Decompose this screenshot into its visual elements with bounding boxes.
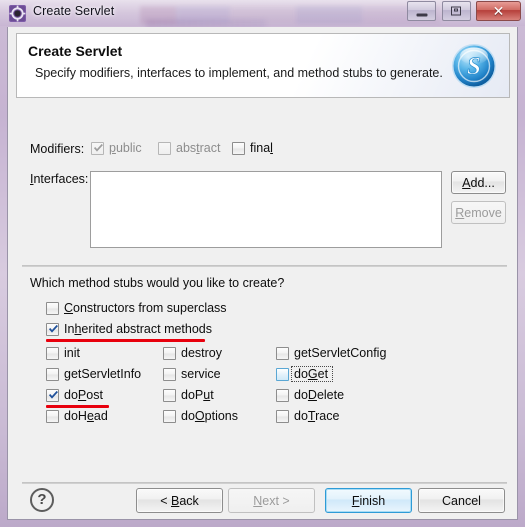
window-title: Create Servlet: [33, 4, 115, 18]
wizard-banner: Create Servlet Specify modifiers, interf…: [16, 33, 510, 98]
checkbox-label: doPost: [64, 388, 103, 402]
checkbox-label: doOptions: [181, 409, 238, 423]
checkbox-box[interactable]: [163, 410, 176, 423]
check-icon: [49, 325, 58, 333]
svg-text:S: S: [467, 53, 481, 80]
checkbox-box: [158, 142, 171, 155]
checkbox-label: Constructors from superclass: [64, 301, 227, 315]
checkbox-box[interactable]: [276, 368, 289, 381]
checkbox-box[interactable]: [46, 389, 59, 402]
checkbox-label: destroy: [181, 346, 222, 360]
checkbox-label: doGet: [294, 367, 329, 381]
checkbox-label: abstract: [176, 141, 221, 155]
page-title: Create Servlet: [28, 43, 123, 59]
checkbox-box[interactable]: [276, 410, 289, 423]
dialog-body: Modifiers: public abstract final Interfa…: [8, 105, 517, 483]
add-button-label: Add...: [462, 175, 495, 190]
interfaces-list[interactable]: [90, 171, 442, 248]
checkbox-box[interactable]: [46, 347, 59, 360]
checkbox-label: final: [250, 141, 273, 155]
cancel-button-label: Cancel: [442, 493, 481, 508]
checkbox-box[interactable]: [46, 410, 59, 423]
checkbox-label: service: [181, 367, 221, 381]
checkbox-label: Inherited abstract methods: [64, 322, 213, 336]
back-button-label: < Back: [160, 493, 199, 508]
method-stubs-question: Which method stubs would you like to cre…: [30, 276, 285, 290]
dialog-window: Create Servlet ✕ Create Servlet Specify …: [0, 0, 525, 527]
check-icon: [49, 391, 58, 399]
remove-button-label: Remove: [455, 205, 502, 220]
button-bar: ? < Back Next > Finish Cancel: [8, 483, 517, 519]
checkbox-box[interactable]: [46, 302, 59, 315]
checkbox-label: init: [64, 346, 80, 360]
finish-button[interactable]: Finish: [325, 488, 412, 513]
minimize-icon: [416, 13, 428, 17]
modifiers-label: Modifiers:: [30, 142, 85, 156]
checkbox-label: doDelete: [294, 388, 345, 402]
checkbox-box[interactable]: [163, 368, 176, 381]
next-button: Next >: [228, 488, 315, 513]
checkbox-box[interactable]: [232, 142, 245, 155]
interfaces-label: Interfaces:: [30, 172, 89, 186]
back-button[interactable]: < Back: [136, 488, 223, 513]
close-icon: ✕: [492, 3, 505, 19]
checkbox-label: getServletConfig: [294, 346, 387, 360]
checkbox-box: [91, 142, 104, 155]
checkbox-label: getServletInfo: [64, 367, 142, 381]
add-interface-button[interactable]: Add...: [451, 171, 506, 194]
maximize-icon: [451, 6, 462, 16]
blue-s-sphere-icon: S: [450, 42, 498, 90]
check-icon: [94, 144, 103, 152]
minimize-button[interactable]: [407, 1, 437, 21]
section-divider: [22, 265, 507, 267]
servlet-gear-icon: [9, 5, 26, 22]
checkbox-label: doTrace: [294, 409, 340, 423]
close-button[interactable]: ✕: [476, 1, 521, 21]
checkbox-box[interactable]: [276, 347, 289, 360]
checkbox-box[interactable]: [46, 323, 59, 336]
checkbox-box[interactable]: [163, 347, 176, 360]
title-bar[interactable]: Create Servlet ✕: [0, 0, 525, 27]
remove-interface-button: Remove: [451, 201, 506, 224]
dialog-client-area: Create Servlet Specify modifiers, interf…: [7, 27, 518, 520]
checkbox-box[interactable]: [276, 389, 289, 402]
page-subtitle: Specify modifiers, interfaces to impleme…: [35, 66, 443, 80]
maximize-button[interactable]: [441, 1, 471, 21]
checkbox-label: doHead: [64, 409, 108, 423]
finish-button-label: Finish: [351, 493, 386, 508]
help-icon[interactable]: ?: [30, 488, 54, 512]
next-button-label: Next >: [253, 493, 290, 508]
cancel-button[interactable]: Cancel: [418, 488, 505, 513]
window-controls: ✕: [406, 1, 521, 22]
checkbox-box[interactable]: [46, 368, 59, 381]
annotation-underline-dopost: [46, 405, 109, 408]
checkbox-label: public: [109, 141, 142, 155]
checkbox-label: doPut: [181, 388, 214, 402]
annotation-underline-inherited: [46, 339, 205, 342]
checkbox-box[interactable]: [163, 389, 176, 402]
help-label: ?: [37, 491, 47, 508]
